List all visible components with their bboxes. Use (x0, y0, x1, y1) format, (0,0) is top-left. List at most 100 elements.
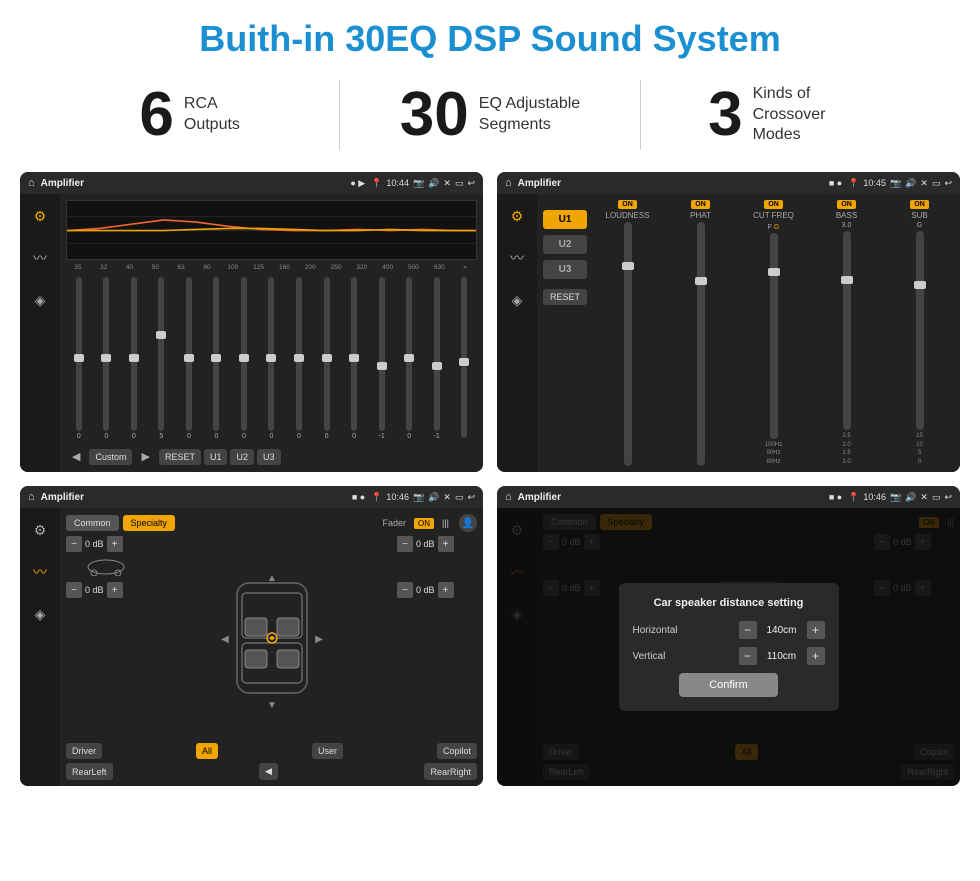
eq-side-icon-1[interactable]: ⚙ (26, 202, 54, 230)
rearright-btn[interactable]: RearRight (424, 763, 477, 780)
cr-side-icon-1[interactable]: ⚙ (503, 202, 531, 230)
cutfreq-slider[interactable] (770, 233, 778, 439)
loudness-slider[interactable] (624, 222, 632, 466)
all-btn[interactable]: All (196, 743, 218, 759)
crossover-channels: ON LOUDNESS ON PHAT ON CUT FREQ FG (593, 200, 954, 466)
slider-63[interactable]: 0 (176, 277, 202, 440)
sub-slider[interactable] (916, 231, 924, 430)
slider-160[interactable]: 0 (286, 277, 312, 440)
eq-custom-btn[interactable]: Custom (89, 449, 132, 465)
fader-label: Fader (382, 518, 406, 528)
rearleft-arrow: ◀ (259, 763, 278, 780)
confirm-button[interactable]: Confirm (679, 673, 778, 697)
fader-bottom-bar: Driver All User Copilot (66, 743, 477, 759)
slider-250[interactable]: 0 (341, 277, 367, 440)
slider-40[interactable]: 0 (121, 277, 147, 440)
bass-slider[interactable] (843, 231, 851, 430)
eq-prev-btn[interactable]: ◀ (66, 447, 86, 466)
db-minus-4[interactable]: − (397, 582, 413, 598)
slider-320[interactable]: -1 (369, 277, 395, 440)
crossover-dots: ■ ● (829, 178, 842, 188)
driver-btn[interactable]: Driver (66, 743, 102, 759)
fader-bars: ||| (442, 518, 449, 528)
fd-side-panel: ⚙ 〰 ◈ (20, 508, 60, 786)
u2-btn[interactable]: U2 (543, 235, 587, 254)
user-btn[interactable]: User (312, 743, 343, 759)
dl-time: 10:46 (863, 492, 886, 502)
db-minus-2[interactable]: − (66, 582, 82, 598)
vertical-plus-btn[interactable]: + (807, 647, 825, 665)
db-plus-3[interactable]: + (438, 536, 454, 552)
slider-500[interactable]: -1 (424, 277, 450, 440)
fd-close-icon: ✕ (443, 492, 451, 503)
db-minus-3[interactable]: − (397, 536, 413, 552)
eq-u1-btn[interactable]: U1 (204, 449, 228, 465)
ch-phat: ON PHAT (666, 200, 735, 466)
cutfreq-label: CUT FREQ (753, 211, 794, 220)
vertical-minus-btn[interactable]: − (739, 647, 757, 665)
db-plus-1[interactable]: + (107, 536, 123, 552)
stat-crossover: 3 Kinds ofCrossover Modes (661, 84, 920, 146)
home-icon-2: ⌂ (505, 177, 512, 189)
fader-on-badge: ON (414, 518, 434, 529)
cr-side-icon-3[interactable]: ◈ (503, 286, 531, 314)
horizontal-plus-btn[interactable]: + (807, 621, 825, 639)
crossover-right-icons: 📍 10:45 📷 🔊 ✕ ▭ ↩ (848, 178, 952, 189)
eq-content: ⚙ 〰 ◈ 2 (20, 194, 483, 472)
crossover-main-panel: U1 U2 U3 RESET ON LOUDNESS ON PHAT (537, 194, 960, 472)
specialty-tab[interactable]: Specialty (123, 515, 176, 531)
fd-side-icon-2[interactable]: 〰 (26, 558, 54, 586)
vertical-val-group: − 110cm + (739, 647, 825, 665)
slider-630[interactable] (451, 277, 477, 440)
rearleft-btn[interactable]: RearLeft (66, 763, 113, 780)
svg-text:▼: ▼ (267, 700, 277, 711)
stat-rca: 6 RCAOutputs (60, 84, 319, 146)
phat-label: PHAT (690, 211, 711, 220)
eq-u3-btn[interactable]: U3 (257, 449, 281, 465)
cr-side-icon-2[interactable]: 〰 (503, 244, 531, 272)
db-plus-2[interactable]: + (107, 582, 123, 598)
eq-u2-btn[interactable]: U2 (230, 449, 254, 465)
fader-content: ⚙ 〰 ◈ Common Specialty Fader ON ||| 👤 (20, 508, 483, 786)
stat-divider-1 (339, 80, 340, 150)
bass-label: BASS (836, 211, 857, 220)
eq-side-icon-2[interactable]: 〰 (26, 244, 54, 272)
fader-main-panel: Common Specialty Fader ON ||| 👤 − 0 dB + (60, 508, 483, 786)
slider-400[interactable]: 0 (396, 277, 422, 440)
eq-next-btn[interactable]: ▶ (135, 447, 155, 466)
phat-on: ON (691, 200, 710, 209)
slider-32[interactable]: 0 (94, 277, 120, 440)
common-tab[interactable]: Common (66, 515, 119, 531)
fader-right-controls: − 0 dB + − 0 dB + (397, 536, 477, 739)
eq-back-icon: ↩ (467, 178, 475, 189)
slider-80[interactable]: 0 (204, 277, 230, 440)
slider-125[interactable]: 0 (259, 277, 285, 440)
cr-reset-btn[interactable]: RESET (543, 289, 587, 305)
horizontal-minus-btn[interactable]: − (739, 621, 757, 639)
db-plus-4[interactable]: + (438, 582, 454, 598)
stat-eq: 30 EQ AdjustableSegments (360, 84, 619, 146)
fd-side-icon-3[interactable]: ◈ (26, 600, 54, 628)
home-icon: ⌂ (28, 177, 35, 189)
copilot-btn[interactable]: Copilot (437, 743, 477, 759)
eq-side-icon-3[interactable]: ◈ (26, 286, 54, 314)
eq-reset-btn[interactable]: RESET (159, 449, 201, 465)
slider-100[interactable]: 0 (231, 277, 257, 440)
fd-side-icon-1[interactable]: ⚙ (26, 516, 54, 544)
eq-time: 10:44 (386, 178, 409, 188)
eq-side-panel: ⚙ 〰 ◈ (20, 194, 60, 472)
slider-50[interactable]: 5 (149, 277, 175, 440)
fader-tabs: Common Specialty Fader ON ||| 👤 (66, 514, 477, 532)
u3-btn[interactable]: U3 (543, 260, 587, 279)
u1-btn[interactable]: U1 (543, 210, 587, 229)
slider-200[interactable]: 0 (314, 277, 340, 440)
vertical-value: 110cm (762, 651, 802, 662)
db-minus-1[interactable]: − (66, 536, 82, 552)
eq-bottom-bar: ◀ Custom ▶ RESET U1 U2 U3 (66, 444, 477, 466)
slider-25[interactable]: 0 (66, 277, 92, 440)
fader-user-icon: 👤 (459, 514, 477, 532)
ch-cutfreq: ON CUT FREQ FG 100Hz90Hz80Hz (739, 200, 808, 466)
phat-slider[interactable] (697, 222, 705, 466)
cr-location-icon: 📍 (848, 178, 859, 189)
crossover-content: ⚙ 〰 ◈ U1 U2 U3 RESET ON LOUDNESS (497, 194, 960, 472)
